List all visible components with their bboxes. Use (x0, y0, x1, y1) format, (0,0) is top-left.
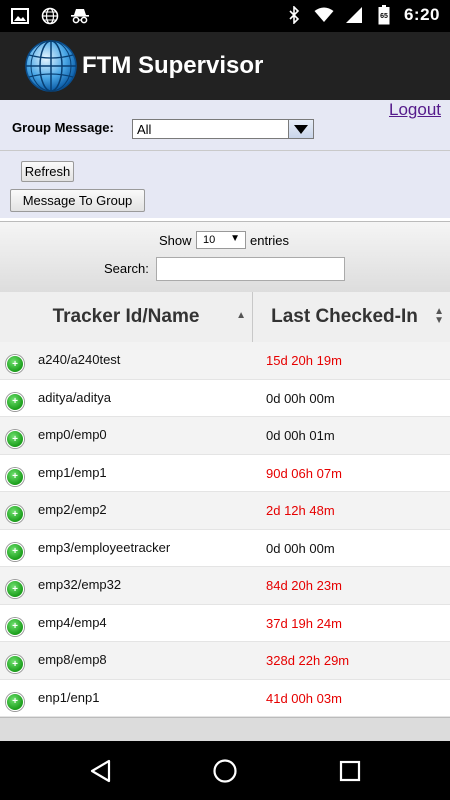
last-checked-in-cell: 84d 20h 23m (266, 578, 342, 593)
entries-select[interactable]: 10 ▼ (196, 231, 246, 249)
entries-value: 10 (203, 234, 216, 246)
table-controls: Show 10 ▼ entries Search: (0, 221, 450, 293)
home-icon[interactable] (211, 757, 239, 785)
show-label: Show (159, 233, 192, 248)
tracker-id-cell: emp4/emp4 (38, 614, 107, 630)
tracker-id-cell: emp2/emp2 (38, 502, 107, 517)
expand-row-icon[interactable]: + (6, 617, 24, 636)
table-row[interactable]: + aditya/aditya 0d 00h 00m (0, 379, 450, 417)
group-message-select[interactable]: All (132, 119, 314, 139)
table-footer (0, 717, 450, 742)
table-header: Tracker Id/Name ▲ Last Checked-In ▲ ▼ (0, 292, 450, 343)
last-checked-in-cell: 41d 00h 03m (266, 690, 342, 706)
expand-row-icon[interactable]: + (6, 505, 24, 523)
recents-icon[interactable] (336, 757, 364, 785)
globe-logo-icon (24, 39, 78, 93)
expand-row-icon[interactable]: + (6, 467, 24, 486)
search-label: Search: (104, 261, 149, 276)
column-header-label: Last Checked-In (271, 306, 418, 327)
last-checked-in-cell: 0d 00h 00m (266, 390, 335, 406)
table-body: + a240/a240test 15d 20h 19m + aditya/aditya 0… (0, 342, 450, 717)
logout-link[interactable]: Logout (389, 100, 441, 120)
last-checked-in-cell: 0d 00h 00m (266, 540, 335, 556)
last-checked-in-cell: 37d 19h 24m (266, 615, 342, 631)
group-message-label: Group Message: (12, 120, 114, 135)
table-row[interactable]: + emp4/emp4 37d 19h 24m (0, 604, 450, 642)
table-row[interactable]: + emp3/employeetracker 0d 00h 00m (0, 529, 450, 567)
last-checked-in-cell: 2d 12h 48m (266, 503, 335, 518)
globe-icon (40, 6, 60, 26)
tracker-id-cell: emp3/employeetracker (38, 539, 171, 555)
table-row[interactable]: + emp32/emp32 84d 20h 23m (0, 567, 450, 605)
last-checked-in-cell: 90d 06h 07m (266, 465, 342, 481)
last-checked-in-cell: 15d 20h 19m (266, 353, 342, 368)
expand-row-icon[interactable]: + (6, 392, 24, 411)
tracker-id-cell: emp32/emp32 (38, 577, 122, 592)
expand-row-icon[interactable]: + (6, 542, 24, 561)
navigation-bar (0, 741, 450, 800)
tracker-id-cell: enp1/enp1 (38, 689, 100, 705)
tracker-id-cell: emp1/emp1 (38, 464, 107, 480)
table-row[interactable]: + emp0/emp0 0d 00h 01m (0, 417, 450, 455)
divider (0, 150, 450, 151)
tracker-id-cell: emp8/emp8 (38, 652, 107, 667)
tracker-id-cell: a240/a240test (38, 352, 121, 367)
back-icon[interactable] (86, 757, 114, 785)
sort-both-icon[interactable]: ▲ ▼ (434, 307, 444, 326)
column-header-label: Tracker Id/Name (52, 306, 200, 327)
expand-row-icon[interactable]: + (6, 655, 24, 673)
app-title: FTM Supervisor (82, 52, 264, 79)
message-to-group-button[interactable]: Message To Group (10, 189, 145, 212)
table-row[interactable]: + emp8/emp8 328d 22h 29m (0, 642, 450, 680)
table-row[interactable]: + a240/a240test 15d 20h 19m (0, 342, 450, 380)
search-input[interactable] (156, 257, 345, 281)
battery-icon: 65 (374, 5, 394, 25)
last-checked-in-cell: 328d 22h 29m (266, 653, 350, 668)
status-bar: 65 6:20 (0, 0, 450, 32)
signal-icon (344, 5, 364, 25)
group-message-value: All (137, 122, 152, 137)
column-header-tracker[interactable]: Tracker Id/Name ▲ (0, 292, 253, 342)
refresh-button[interactable]: Refresh (21, 161, 74, 182)
table-row[interactable]: + enp1/enp1 41d 00h 03m (0, 679, 450, 717)
image-icon (10, 6, 30, 26)
bluetooth-icon (284, 5, 304, 25)
clock: 6:20 (403, 5, 440, 24)
expand-row-icon[interactable]: + (6, 355, 24, 373)
incognito-icon (70, 6, 90, 26)
wifi-icon (314, 5, 334, 25)
chevron-down-icon: ▼ (230, 233, 240, 244)
controls-panel: Logout Group Message: All Refresh Messag… (0, 100, 450, 218)
app-bar: FTM Supervisor (0, 32, 450, 100)
expand-row-icon[interactable]: + (6, 692, 24, 711)
tracker-id-cell: aditya/aditya (38, 389, 111, 405)
sort-ascending-icon[interactable]: ▲ (236, 310, 246, 321)
entries-label: entries (250, 233, 290, 248)
expand-row-icon[interactable]: + (6, 430, 24, 448)
table-row[interactable]: + emp2/emp2 2d 12h 48m (0, 492, 450, 530)
expand-row-icon[interactable]: + (6, 580, 24, 598)
battery-level: 65 (380, 13, 388, 20)
table-row[interactable]: + emp1/emp1 90d 06h 07m (0, 454, 450, 492)
column-header-last-checked-in[interactable]: Last Checked-In ▲ ▼ (253, 292, 450, 342)
last-checked-in-cell: 0d 00h 01m (266, 428, 335, 443)
tracker-id-cell: emp0/emp0 (38, 427, 107, 442)
chevron-down-icon[interactable] (288, 120, 313, 138)
